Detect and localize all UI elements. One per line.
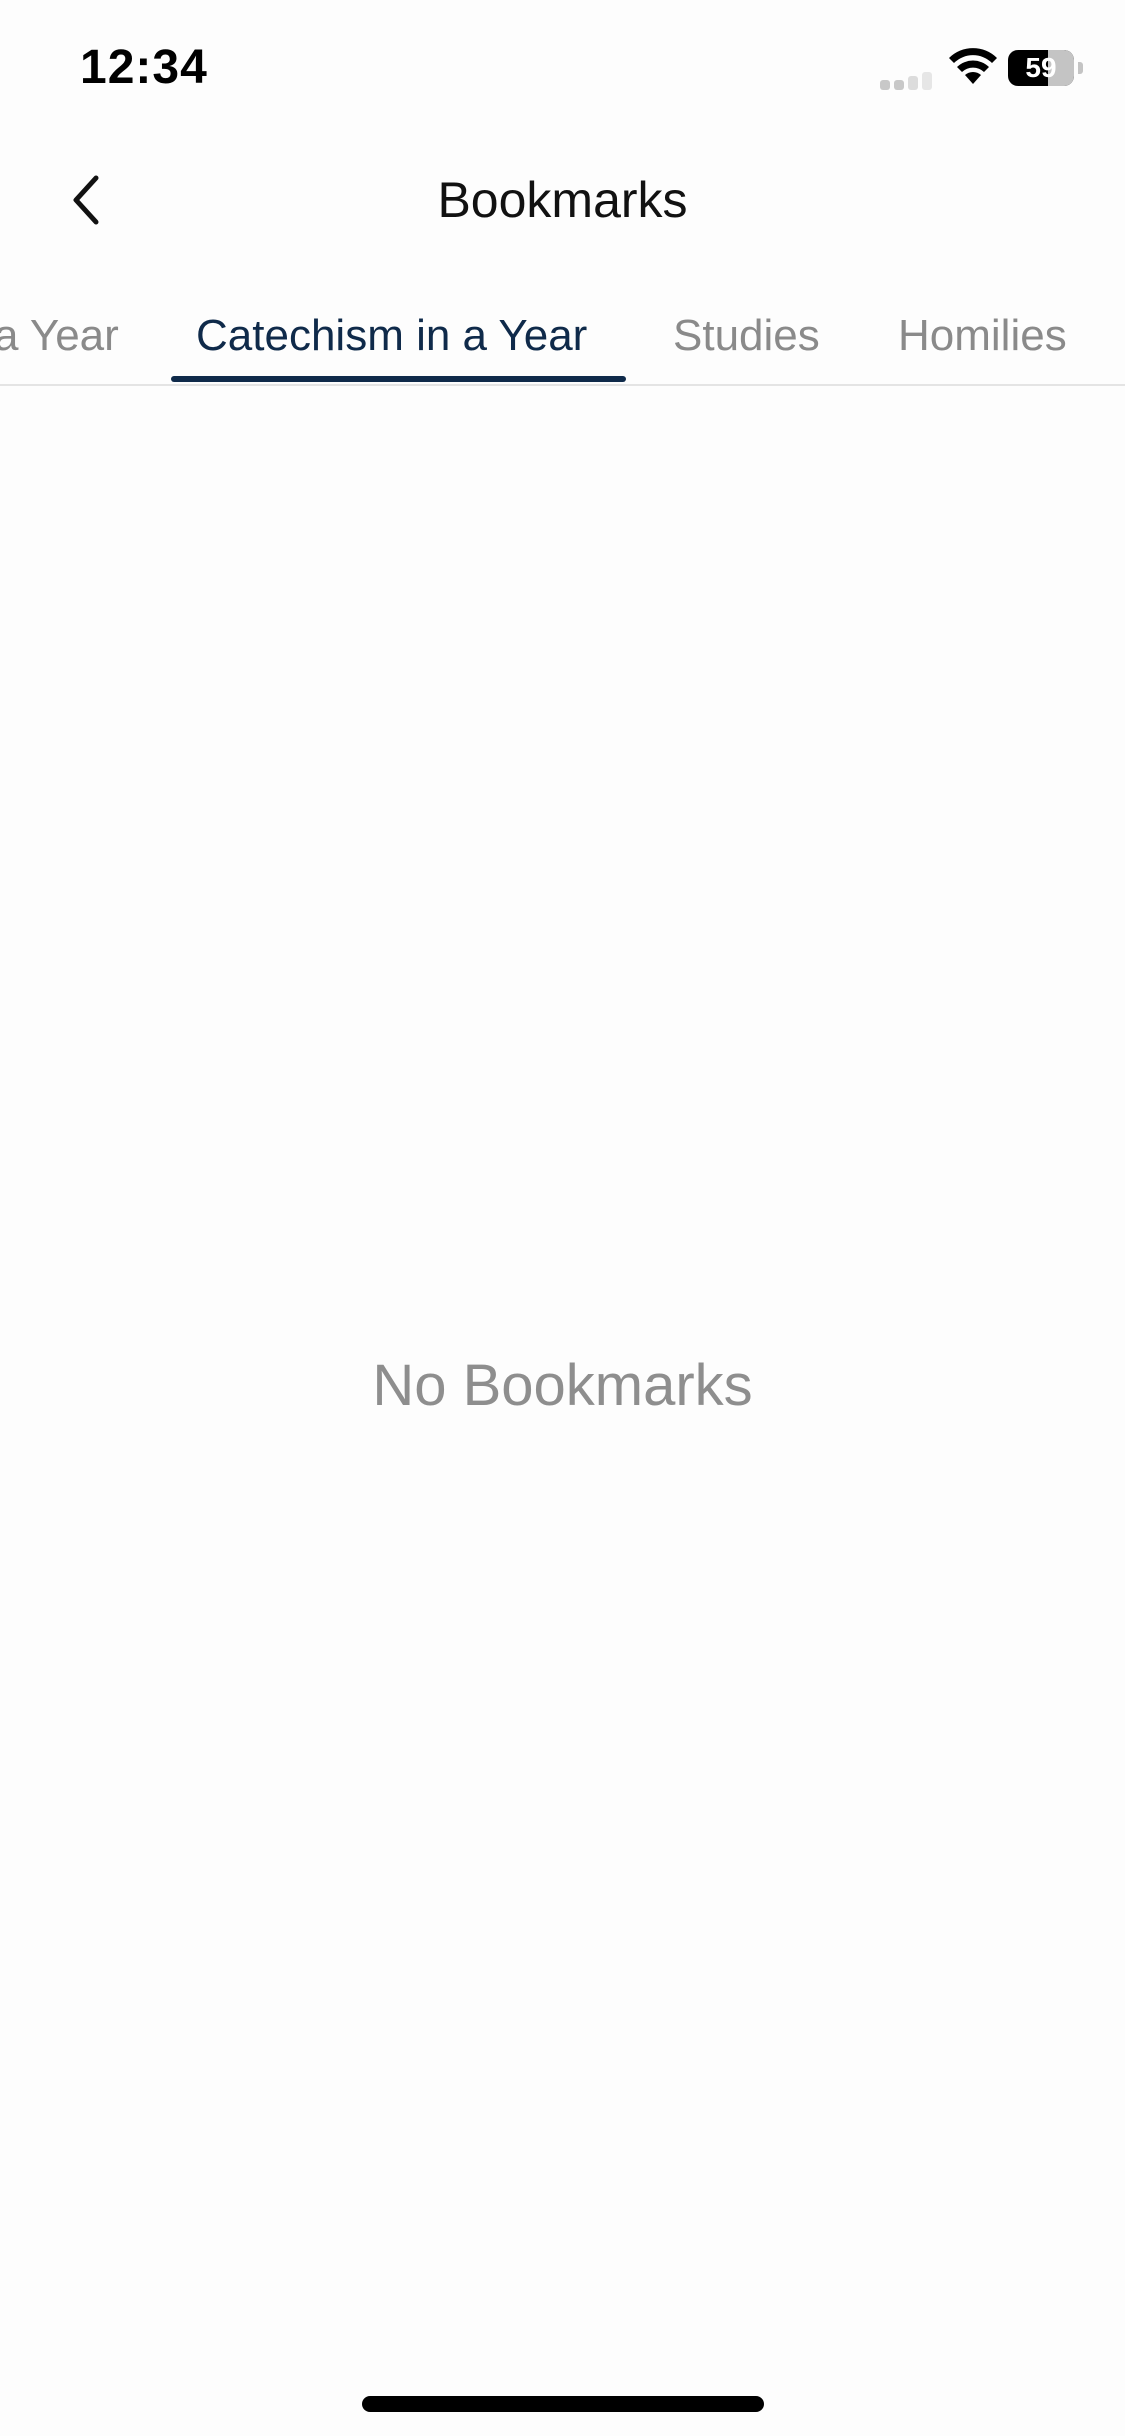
status-bar: 12:34 59 xyxy=(0,0,1125,140)
home-indicator[interactable] xyxy=(362,2396,764,2412)
signal-icon xyxy=(880,72,932,90)
active-tab-indicator xyxy=(171,376,626,382)
tab-studies[interactable]: Studies xyxy=(673,308,820,364)
nav-bar: Bookmarks xyxy=(0,140,1125,260)
tab-catechism-in-a-year[interactable]: Catechism in a Year xyxy=(196,308,587,364)
tab-homilies[interactable]: Homilies xyxy=(898,308,1067,364)
empty-state-message: No Bookmarks xyxy=(372,1353,753,1418)
tab-bible-in-a-year[interactable]: a Year xyxy=(0,308,119,364)
page-title: Bookmarks xyxy=(437,172,688,228)
wifi-icon xyxy=(949,48,997,84)
tab-strip: a Year Catechism in a Year Studies Homil… xyxy=(0,290,1125,386)
status-time: 12:34 xyxy=(80,41,208,94)
battery-level: 59 xyxy=(1025,52,1057,83)
battery-icon: 59 xyxy=(1008,50,1083,86)
